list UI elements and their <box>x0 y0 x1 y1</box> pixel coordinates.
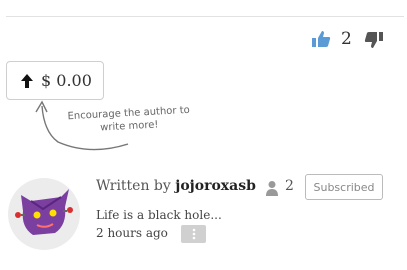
vertical-ellipsis-icon <box>192 228 195 240</box>
thumbs-up-icon[interactable] <box>311 30 331 48</box>
author-byline: Written by jojoroxasb <box>96 178 256 194</box>
author-name-link[interactable]: jojoroxasb <box>175 178 256 194</box>
follower-count: 2 <box>285 178 294 194</box>
written-by-label: Written by <box>96 178 171 194</box>
person-icon <box>266 181 278 196</box>
subscribed-button[interactable]: Subscribed <box>305 174 383 200</box>
thumbs-down-icon[interactable] <box>364 31 384 49</box>
divider <box>6 16 404 17</box>
more-options-button[interactable] <box>181 225 206 243</box>
like-count: 2 <box>341 29 352 49</box>
avatar[interactable] <box>7 177 81 251</box>
tip-amount: $ 0.00 <box>41 71 92 90</box>
author-bio: Life is a black hole... <box>96 208 222 222</box>
tip-button[interactable]: $ 0.00 <box>6 61 104 100</box>
arrow-up-icon <box>21 73 33 88</box>
post-time: 2 hours ago <box>96 226 168 240</box>
